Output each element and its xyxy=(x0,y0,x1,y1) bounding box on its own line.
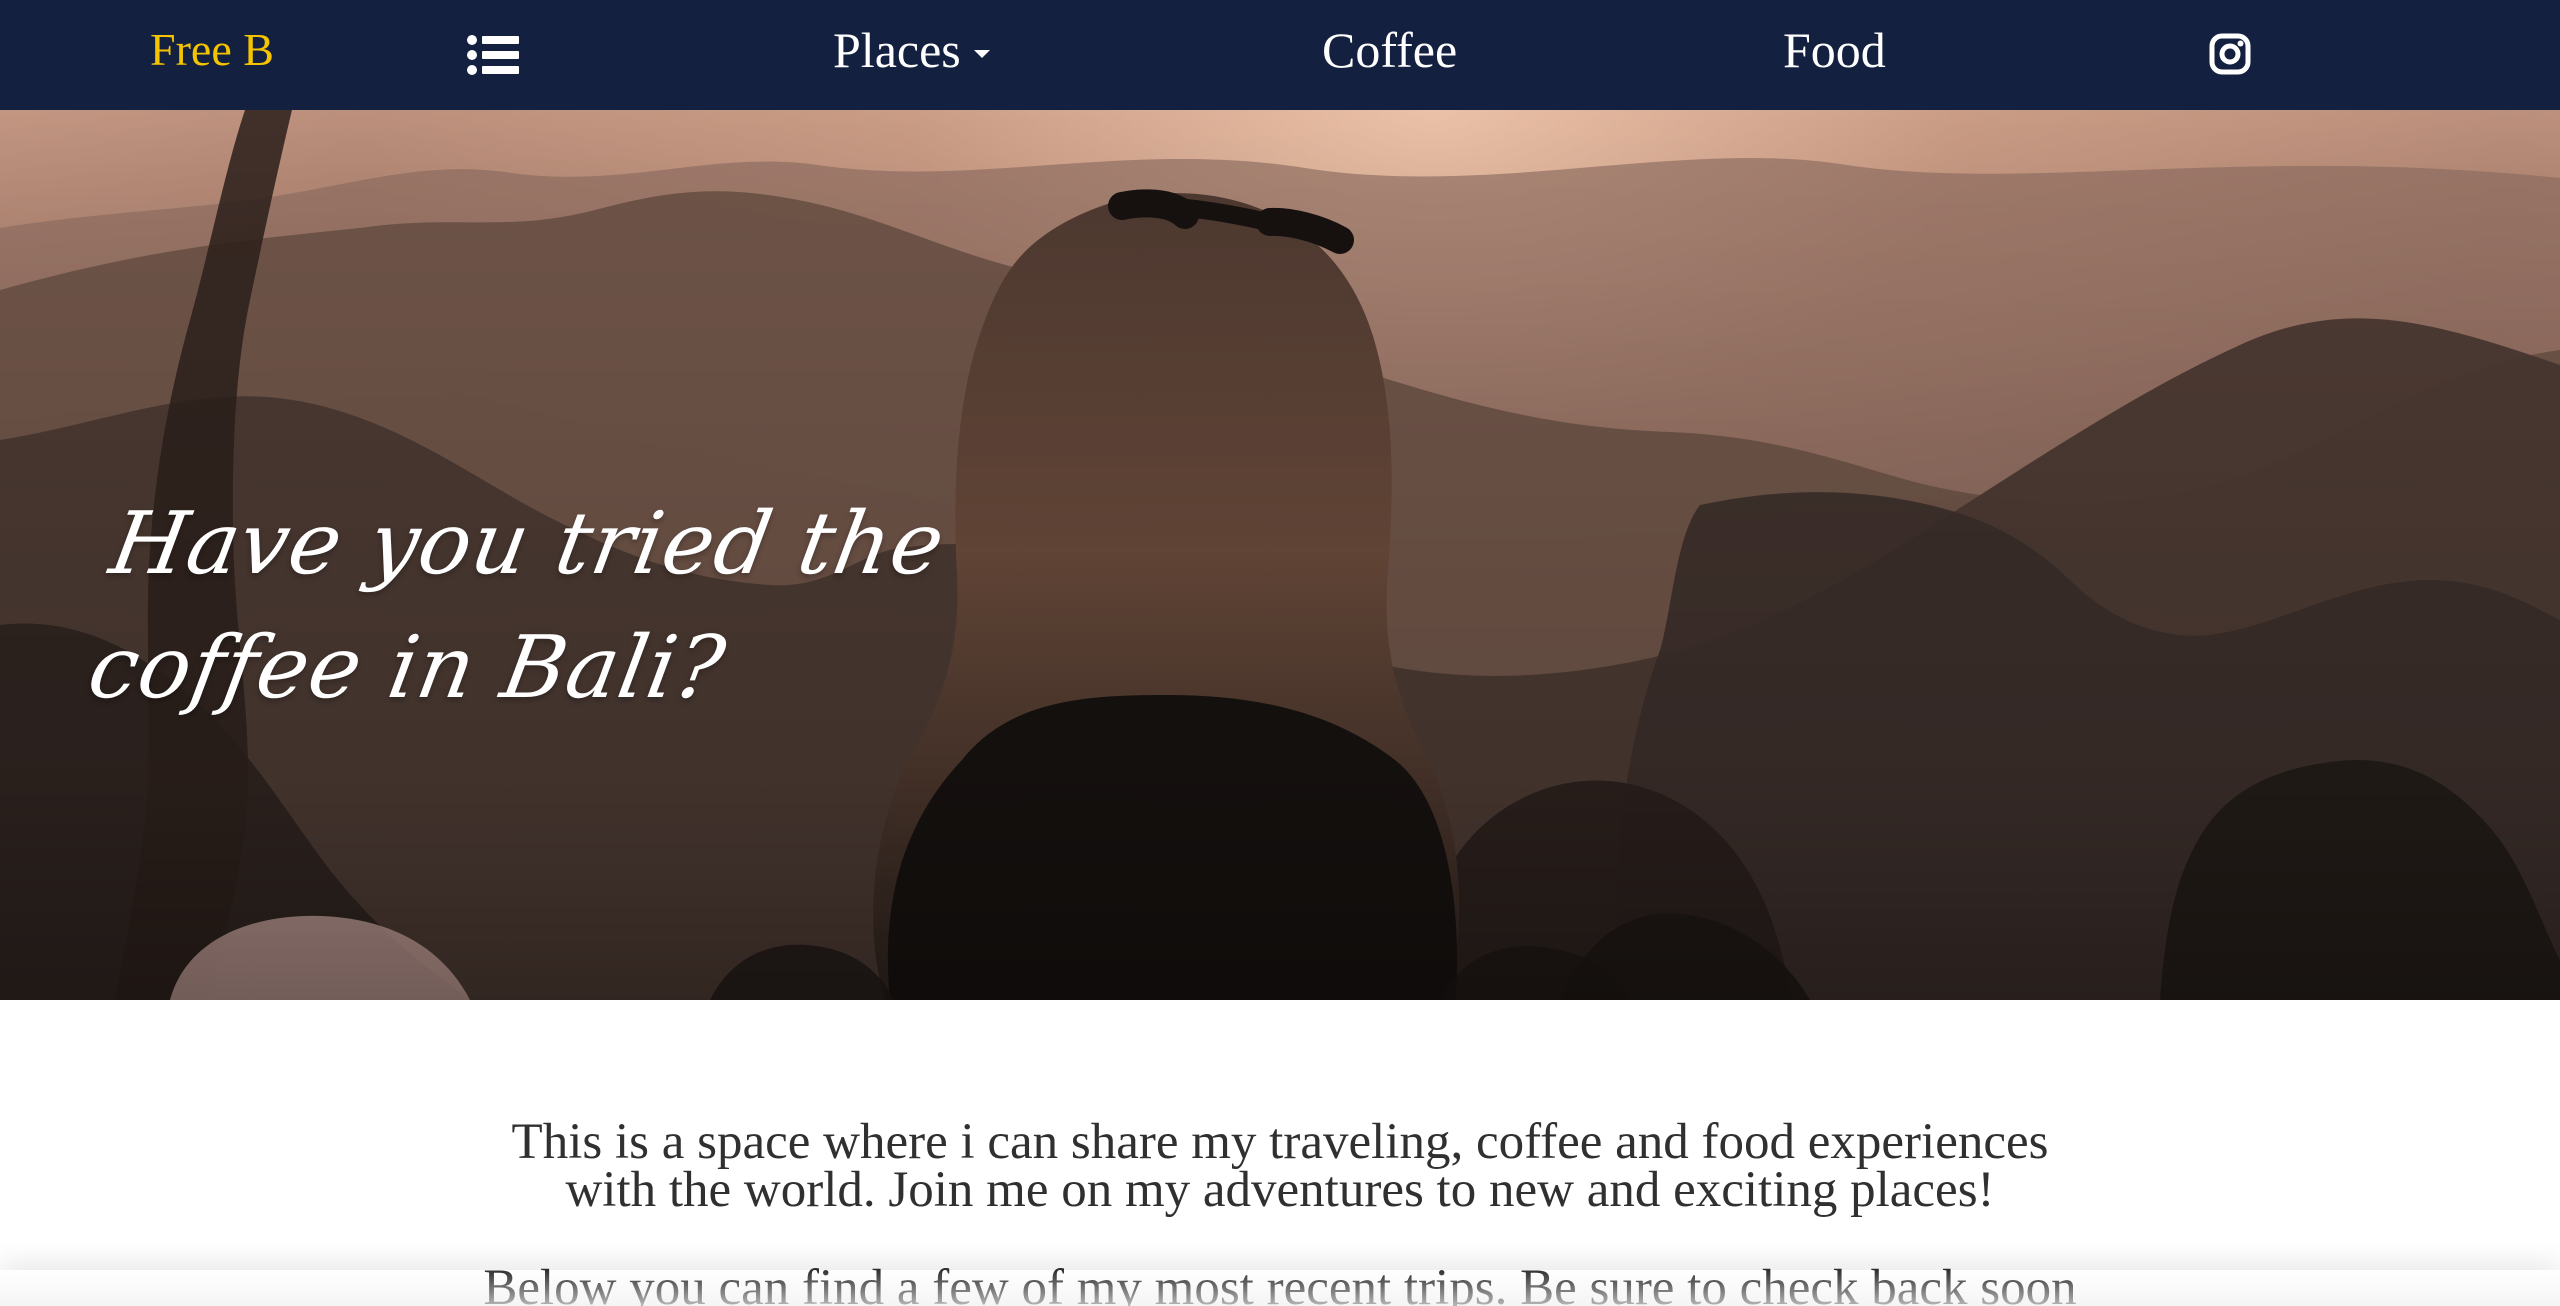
food-link[interactable]: Food xyxy=(1783,20,1886,80)
instagram-icon[interactable] xyxy=(2208,32,2252,76)
places-label: Places xyxy=(833,22,961,78)
coffee-link[interactable]: Coffee xyxy=(1322,20,1457,80)
places-dropdown[interactable]: Places xyxy=(833,20,990,80)
list-icon[interactable] xyxy=(467,34,519,76)
recent-trips-paragraph: Below you can find a few of my most rece… xyxy=(483,1260,2077,1306)
page: Free B Places Coffee Food Have you tried… xyxy=(0,0,2560,1306)
intro-section: This is a space where i can share my tra… xyxy=(0,1000,2560,1306)
brand-link[interactable]: Free B xyxy=(150,20,274,80)
top-navbar: Free B Places Coffee Food xyxy=(0,0,2560,110)
intro-paragraph: This is a space where i can share my tra… xyxy=(0,1117,2560,1216)
hero-banner: Have you tried the coffee in Bali? xyxy=(0,110,2560,1000)
hero-heading-line-2: coffee in Bali? xyxy=(81,618,733,718)
intro-line-2: with the world. Join me on my adventures… xyxy=(565,1162,1995,1218)
hero-heading-line-1: Have you tried the xyxy=(103,494,953,594)
hero-heading: Have you tried the coffee in Bali? xyxy=(79,482,1103,730)
chevron-down-icon xyxy=(973,49,990,58)
